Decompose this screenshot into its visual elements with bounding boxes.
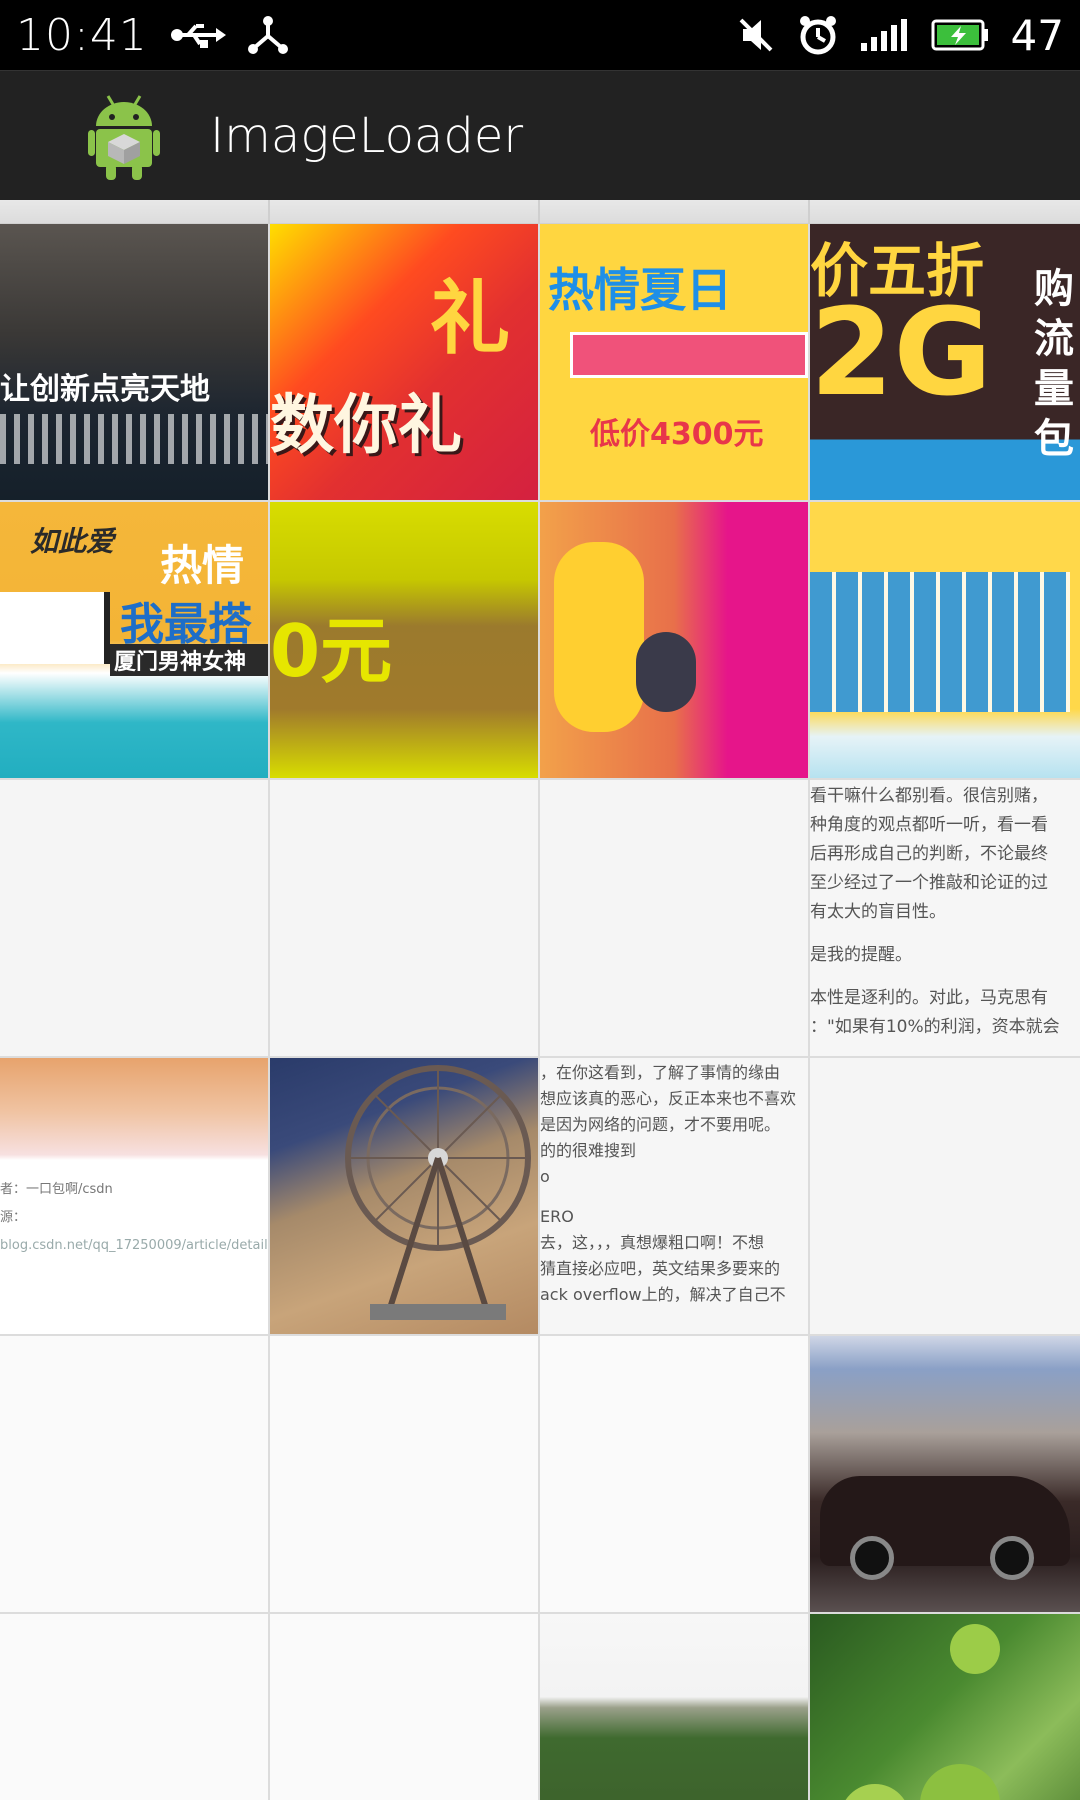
grid-placeholder[interactable] xyxy=(270,1336,538,1612)
grid-image[interactable] xyxy=(270,1058,538,1334)
grid-placeholder[interactable] xyxy=(0,1614,268,1800)
usb-icon xyxy=(170,20,226,50)
grid-placeholder[interactable] xyxy=(270,1614,538,1800)
battery-icon xyxy=(931,19,989,51)
grid-image[interactable] xyxy=(810,502,1080,778)
grid-image[interactable]: 礼 数你礼 xyxy=(270,224,538,500)
grid-image[interactable]: 如此爱 热情 我最搭 厦门男神女神 xyxy=(0,502,268,778)
mute-icon xyxy=(737,16,775,54)
grid-placeholder[interactable] xyxy=(0,1336,268,1612)
grid-image[interactable]: 看干嘛什么都别看。很信别赌， 种角度的观点都听一听，看一看 后再形成自己的判断，… xyxy=(810,780,1080,1056)
grid-placeholder[interactable] xyxy=(270,780,538,1056)
signal-icon xyxy=(860,19,909,51)
grid-placeholder[interactable] xyxy=(810,1058,1080,1334)
app-title: ImageLoader xyxy=(210,107,524,164)
grid-image[interactable]: 0元 xyxy=(270,502,538,778)
share-icon xyxy=(247,16,288,54)
grid-placeholder[interactable] xyxy=(540,1336,808,1612)
action-bar: ImageLoader xyxy=(0,70,1080,200)
grid-cells: 让创新点亮天地 礼 数你礼 热情夏日 低价4300元 价五折 2G 购流量包 如… xyxy=(0,224,1080,1800)
alarm-icon xyxy=(797,14,839,56)
grid-image[interactable]: 者：一口包啊/csdn 源： blog.csdn.net/qq_17250009… xyxy=(0,1058,268,1334)
grid-image[interactable] xyxy=(540,1614,808,1800)
status-time: 10:41 xyxy=(16,9,148,61)
android-robot-icon[interactable] xyxy=(88,92,160,180)
grid-image[interactable]: ，在你这看到，了解了事情的缘由 想应该真的恶心，反正本来也不喜欢 是因为网络的问… xyxy=(540,1058,808,1334)
grid-image[interactable]: 价五折 2G 购流量包 xyxy=(810,224,1080,500)
grid-placeholder[interactable] xyxy=(540,780,808,1056)
grid-image[interactable] xyxy=(540,502,808,778)
battery-level: 47 xyxy=(1010,10,1064,60)
grid-top-strip xyxy=(0,200,1080,224)
status-bar: 10:41 47 xyxy=(0,0,1080,70)
grid-image[interactable]: 让创新点亮天地 xyxy=(0,224,268,500)
grid-image[interactable] xyxy=(810,1614,1080,1800)
grid-image[interactable] xyxy=(810,1336,1080,1612)
image-grid[interactable]: 让创新点亮天地 礼 数你礼 热情夏日 低价4300元 价五折 2G 购流量包 如… xyxy=(0,200,1080,1800)
grid-image[interactable]: 热情夏日 低价4300元 xyxy=(540,224,808,500)
grid-placeholder[interactable] xyxy=(0,780,268,1056)
